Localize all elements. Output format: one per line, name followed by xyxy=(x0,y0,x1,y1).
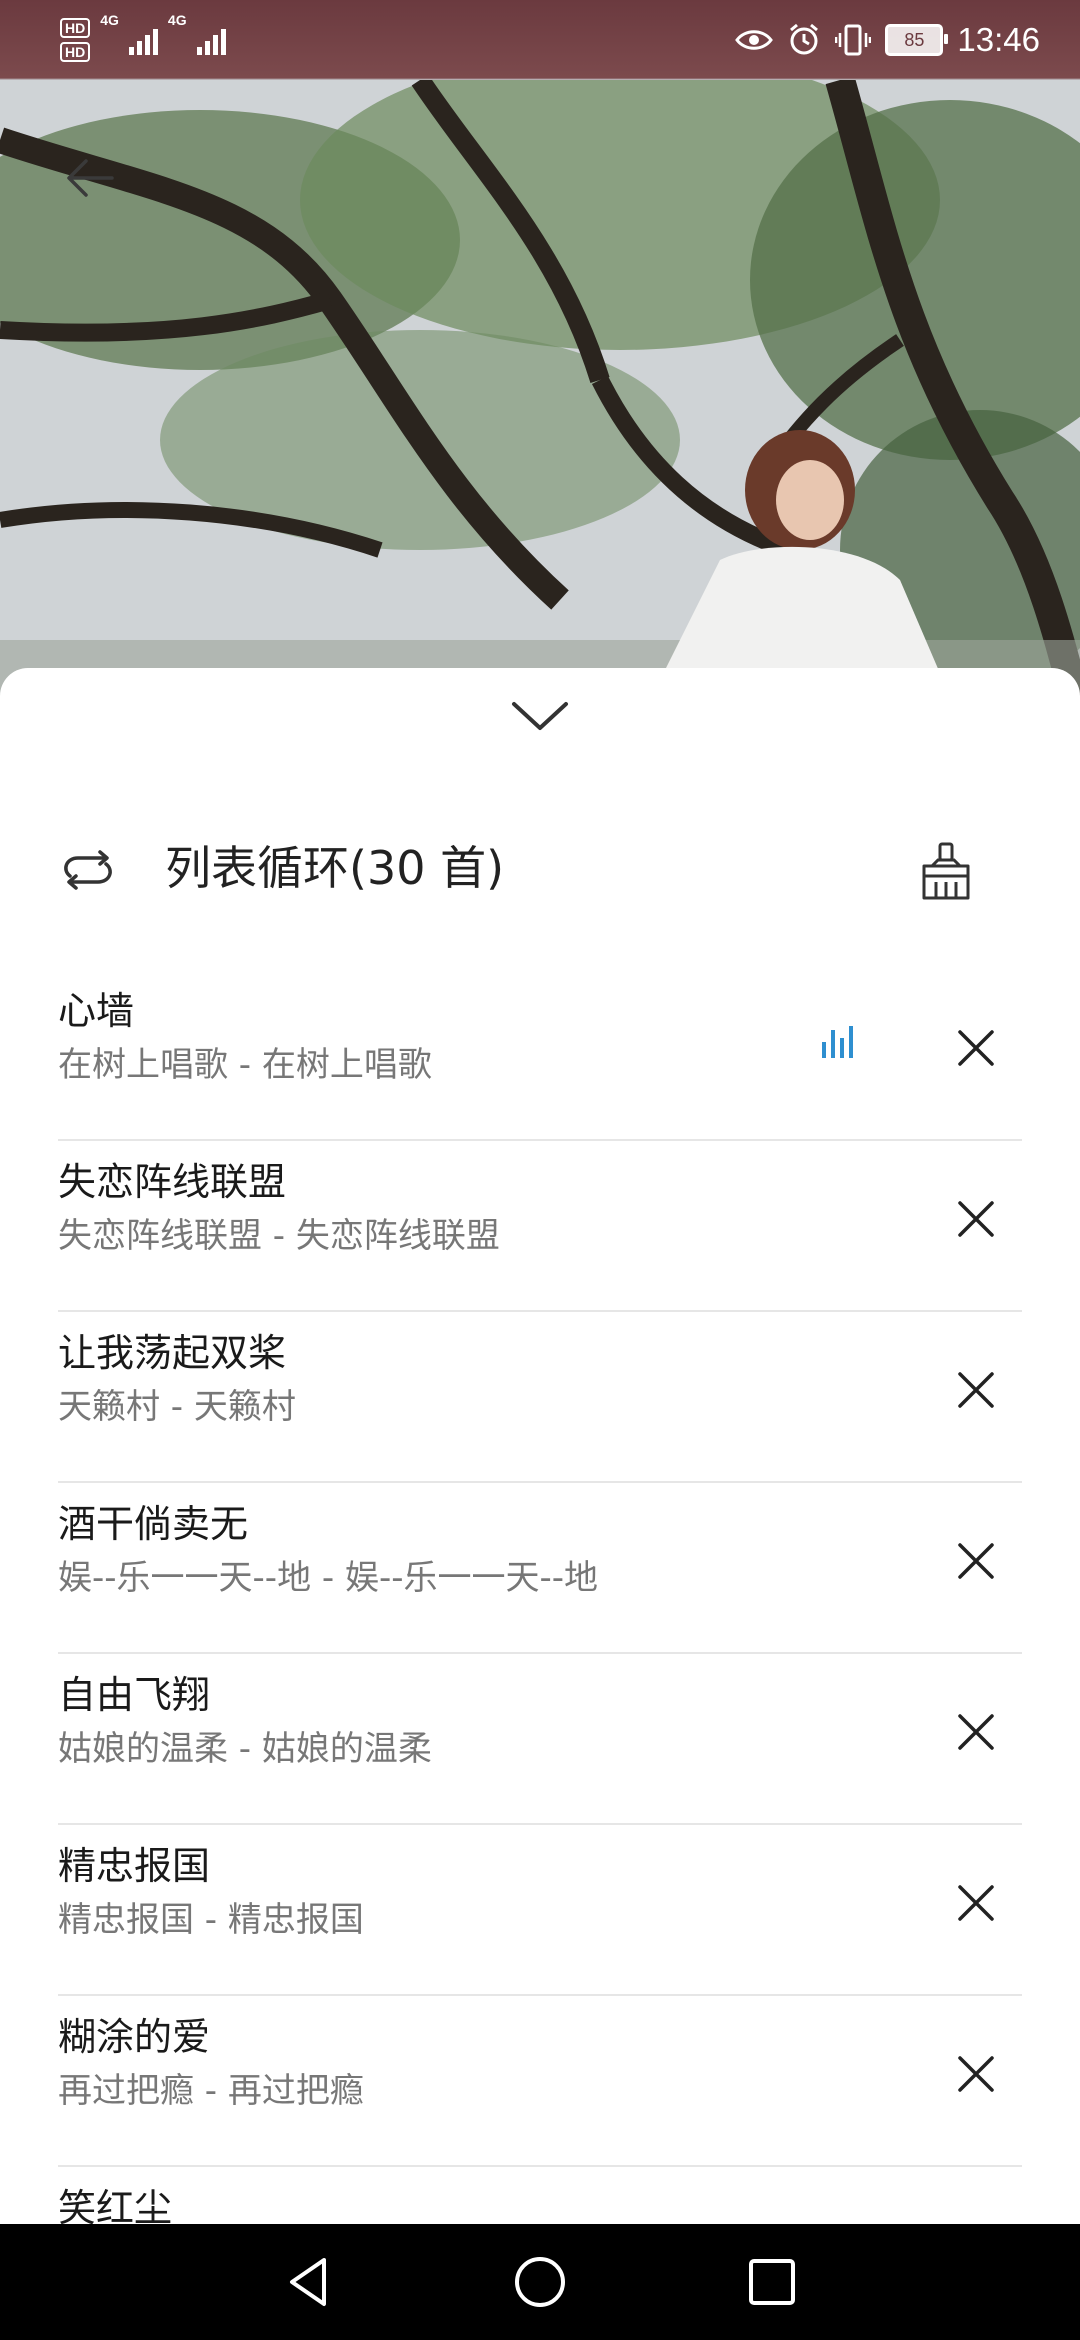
broom-icon[interactable] xyxy=(918,842,974,902)
vibrate-icon xyxy=(835,24,872,56)
song-artist-album: 精忠报国 - 精忠报国 xyxy=(58,1900,364,1940)
circle-home-icon[interactable] xyxy=(512,2254,568,2310)
album-art-image xyxy=(0,80,1080,720)
song-artist-album: 天籁村 - 天籁村 xyxy=(58,1387,296,1427)
song-artist-album: 再过把瘾 - 再过把瘾 xyxy=(58,2071,364,2111)
song-title: 失恋阵线联盟 xyxy=(58,1160,287,1204)
song-title: 糊涂的爱 xyxy=(58,2015,211,2059)
hd-badge-1: HD xyxy=(60,18,91,38)
close-icon[interactable] xyxy=(950,1364,1002,1416)
song-title: 让我荡起双桨 xyxy=(58,1331,287,1375)
signal-strength-icon xyxy=(196,25,226,55)
list-item[interactable]: 酒干倘卖无 娱--乐一一天--地 - 娱--乐一一天--地 xyxy=(0,1483,1080,1654)
list-item[interactable]: 让我荡起双桨 天籁村 - 天籁村 xyxy=(0,1312,1080,1483)
triangle-back-icon[interactable] xyxy=(280,2254,336,2310)
navigation-bar xyxy=(0,2224,1080,2340)
song-title: 自由飞翔 xyxy=(58,1673,211,1717)
list-item[interactable]: 心墙 在树上唱歌 - 在树上唱歌 xyxy=(0,970,1080,1141)
playlist-sheet: 列表循环(30 首) 心墙 在树上唱歌 - 在树上唱歌 失恋阵线联盟 失恋阵线联… xyxy=(0,668,1080,2224)
square-recent-icon[interactable] xyxy=(744,2254,800,2310)
status-bar: HD HD 4G 4G 85 13:46 xyxy=(0,0,1080,80)
play-mode-label[interactable]: 列表循环(30 首) xyxy=(165,838,504,898)
list-item[interactable]: 糊涂的爱 再过把瘾 - 再过把瘾 xyxy=(0,1996,1080,2167)
close-icon[interactable] xyxy=(950,1193,1002,1245)
back-arrow-icon[interactable] xyxy=(62,150,118,206)
repeat-icon[interactable] xyxy=(58,848,118,892)
list-item[interactable]: 自由飞翔 姑娘的温柔 - 姑娘的温柔 xyxy=(0,1654,1080,1825)
status-bar-left: HD HD 4G 4G xyxy=(60,12,226,68)
playlist-header: 列表循环(30 首) xyxy=(0,818,1080,918)
song-artist-album: 姑娘的温柔 - 姑娘的温柔 xyxy=(58,1729,432,1769)
alarm-icon xyxy=(790,23,819,55)
close-icon[interactable] xyxy=(950,2048,1002,2100)
list-item[interactable]: 精忠报国 精忠报国 - 精忠报国 xyxy=(0,1825,1080,1996)
song-artist-album: 娱--乐一一天--地 - 娱--乐一一天--地 xyxy=(58,1558,599,1598)
status-bar-right: 85 13:46 xyxy=(735,16,1040,64)
song-artist-album: 失恋阵线联盟 - 失恋阵线联盟 xyxy=(58,1216,500,1256)
network-type-1: 4G xyxy=(100,12,119,28)
battery-icon: 85 xyxy=(885,24,949,56)
close-icon[interactable] xyxy=(950,1877,1002,1929)
close-icon[interactable] xyxy=(950,1706,1002,1758)
song-artist-album: 在树上唱歌 - 在树上唱歌 xyxy=(58,1045,432,1085)
battery-level: 85 xyxy=(904,29,925,50)
album-art-background xyxy=(0,0,1080,720)
eye-comfort-icon xyxy=(735,30,774,50)
chevron-down-icon[interactable] xyxy=(508,696,572,736)
song-title: 笑红尘 xyxy=(58,2186,173,2224)
close-icon[interactable] xyxy=(950,1535,1002,1587)
close-icon[interactable] xyxy=(950,1022,1002,1074)
list-item[interactable]: 笑红尘 xyxy=(0,2167,1080,2224)
song-title: 心墙 xyxy=(58,989,135,1033)
song-title: 酒干倘卖无 xyxy=(58,1502,249,1546)
clock: 13:46 xyxy=(957,21,1040,58)
equalizer-icon xyxy=(822,1026,853,1058)
list-item[interactable]: 失恋阵线联盟 失恋阵线联盟 - 失恋阵线联盟 xyxy=(0,1141,1080,1312)
hd-badge-2: HD xyxy=(60,42,91,62)
playlist: 心墙 在树上唱歌 - 在树上唱歌 失恋阵线联盟 失恋阵线联盟 - 失恋阵线联盟 … xyxy=(0,970,1080,2224)
signal-strength-icon xyxy=(128,25,158,55)
song-title: 精忠报国 xyxy=(58,1844,211,1888)
network-type-2: 4G xyxy=(167,12,187,28)
hd-indicators: HD HD xyxy=(60,18,91,62)
